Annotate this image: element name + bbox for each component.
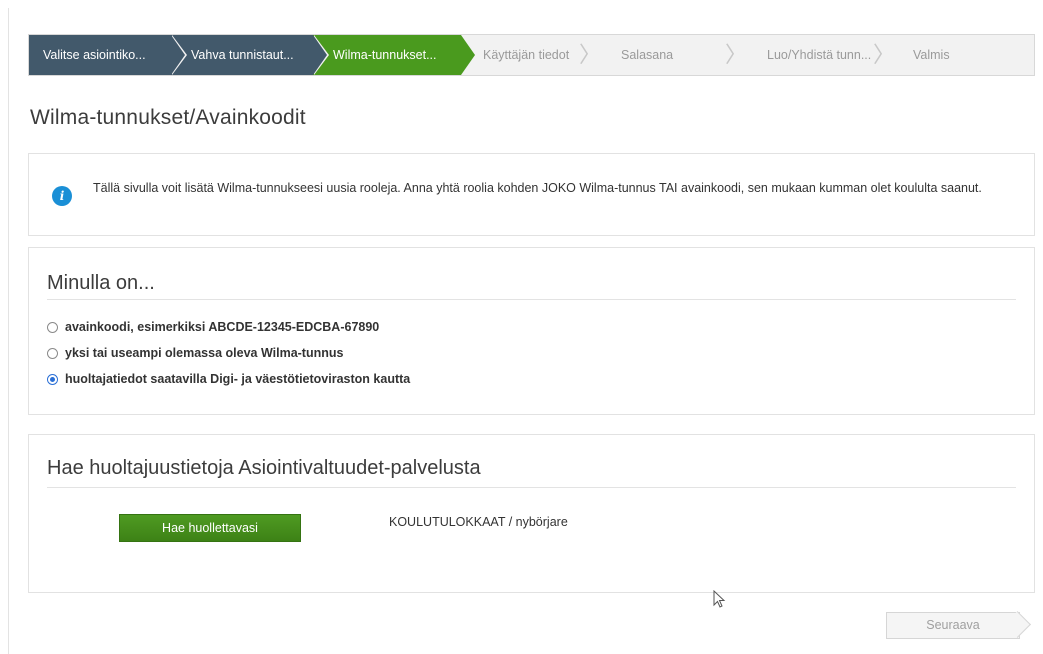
wizard-step-3[interactable]: Wilma-tunnukset... <box>313 35 477 75</box>
wizard-step-label: Salasana <box>621 48 674 62</box>
wizard-step-6: Luo/Yhdistä tunn... 〉 <box>751 35 899 75</box>
wizard-step-label: Wilma-tunnukset... <box>333 48 437 62</box>
wizard-progress: Valitse asiointiko... Vahva tunnistaut..… <box>28 34 1035 76</box>
wizard-step-label: Käyttäjän tiedot <box>483 48 570 62</box>
chevron-right-icon: 〉 <box>872 42 895 67</box>
info-icon: i <box>52 186 72 206</box>
next-button[interactable]: Seuraava <box>886 612 1020 639</box>
role-choice-panel: Minulla on... avainkoodi, esimerkiksi AB… <box>28 247 1035 415</box>
divider <box>47 299 1016 300</box>
organization-text: KOULUTULOKKAAT / nybörjare <box>389 515 568 529</box>
radio-button[interactable] <box>47 321 58 333</box>
next-button-label: Seuraava <box>926 618 980 632</box>
wizard-step-5: Salasana 〉 <box>605 35 751 75</box>
wizard-step-label: Valitse asiointiko... <box>43 48 146 62</box>
chevron-right-icon: 〉 <box>724 42 747 67</box>
mouse-cursor-icon <box>713 590 726 608</box>
wizard-step-7: Valmis <box>899 35 1034 75</box>
radio-option-avainkoodi[interactable]: avainkoodi, esimerkiksi ABCDE-12345-EDCB… <box>47 320 379 334</box>
radio-button-selected[interactable] <box>47 373 58 385</box>
divider <box>47 487 1016 488</box>
wizard-step-4: Käyttäjän tiedot 〉 <box>461 35 605 75</box>
info-text: Tällä sivulla voit lisätä Wilma-tunnukse… <box>93 181 982 195</box>
radio-label: avainkoodi, esimerkiksi ABCDE-12345-EDCB… <box>65 320 380 334</box>
page-title: Wilma-tunnukset/Avainkoodit <box>30 106 306 129</box>
fetch-dependents-button[interactable]: Hae huollettavasi <box>119 514 301 542</box>
wizard-step-1[interactable]: Valitse asiointiko... <box>29 35 187 75</box>
wizard-step-label: Luo/Yhdistä tunn... <box>767 48 872 62</box>
choice-heading: Minulla on... <box>47 272 155 294</box>
guardian-fetch-panel: Hae huoltajuustietoja Asiointivaltuudet-… <box>28 434 1035 593</box>
wizard-step-label: Vahva tunnistaut... <box>191 48 294 62</box>
wizard-step-label: Valmis <box>913 48 950 62</box>
wizard-step-2[interactable]: Vahva tunnistaut... <box>171 35 329 75</box>
radio-button[interactable] <box>47 347 58 359</box>
fetch-heading: Hae huoltajuustietoja Asiointivaltuudet-… <box>47 457 481 479</box>
radio-option-huoltajatiedot[interactable]: huoltajatiedot saatavilla Digi- ja väest… <box>47 372 410 386</box>
chevron-right-icon: 〉 <box>578 42 601 67</box>
radio-label: yksi tai useampi olemassa oleva Wilma-tu… <box>65 346 344 360</box>
radio-label: huoltajatiedot saatavilla Digi- ja väest… <box>65 372 411 386</box>
radio-option-wilma-tunnus[interactable]: yksi tai useampi olemassa oleva Wilma-tu… <box>47 346 343 360</box>
info-panel: i Tällä sivulla voit lisätä Wilma-tunnuk… <box>28 153 1035 236</box>
